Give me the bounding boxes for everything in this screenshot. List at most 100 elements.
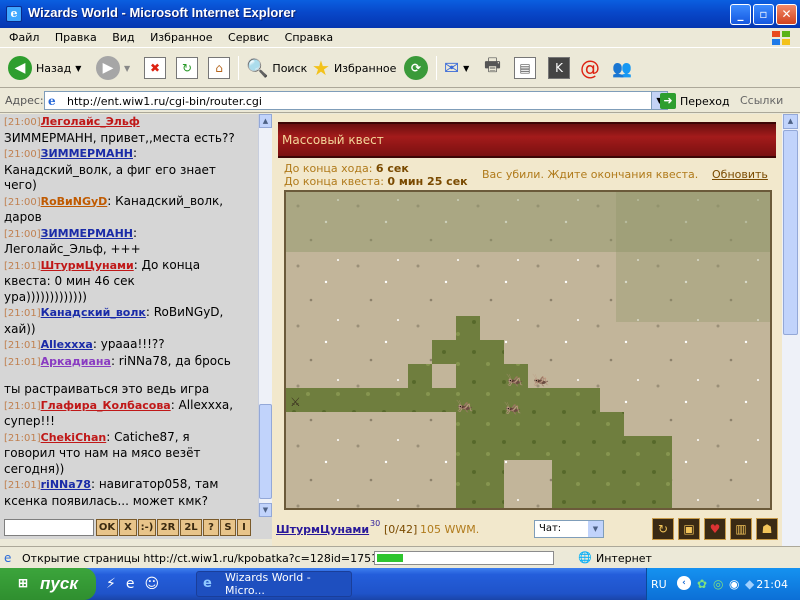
menu-tools[interactable]: Сервис bbox=[222, 28, 275, 44]
chat-username[interactable]: Канадский_волк bbox=[41, 306, 146, 319]
back-button[interactable]: ◀ Назад ▼ bbox=[8, 54, 81, 82]
chat-text: : Catiche87, я bbox=[106, 429, 190, 444]
chat-text: : bbox=[133, 146, 138, 160]
quicklaunch-media-icon[interactable]: ⚡ bbox=[106, 576, 116, 592]
quicklaunch-messenger-icon[interactable]: ☺ bbox=[144, 576, 159, 592]
menu-file[interactable]: Файл bbox=[3, 28, 45, 44]
close-button[interactable]: ✕ bbox=[776, 4, 797, 25]
chat-2l-button[interactable]: 2L bbox=[180, 519, 202, 536]
chat-message-input[interactable] bbox=[4, 519, 94, 536]
language-indicator[interactable]: RU bbox=[651, 578, 667, 591]
chat-message: говорил что нам на мясо везёт bbox=[0, 446, 258, 462]
minimize-button[interactable]: _ bbox=[730, 4, 751, 25]
chat-clear-button[interactable]: X bbox=[119, 519, 137, 536]
forward-dropdown-icon[interactable]: ▼ bbox=[124, 64, 130, 73]
mail-icon[interactable]: ✉ bbox=[444, 58, 459, 79]
menu-favorites[interactable]: Избранное bbox=[144, 28, 218, 44]
scroll-down-icon[interactable]: ▼ bbox=[259, 503, 272, 517]
spellbook-icon[interactable]: ▥ bbox=[730, 518, 752, 540]
exit-icon[interactable]: ☗ bbox=[756, 518, 778, 540]
chat-2r-button[interactable]: 2R bbox=[157, 519, 179, 536]
tray-network-icon[interactable]: ◎ bbox=[713, 577, 723, 591]
chat-username[interactable]: ШтурмЦунами bbox=[41, 259, 134, 272]
window-title-bar[interactable]: e Wizards World - Microsoft Internet Exp… bbox=[0, 0, 800, 28]
search-button[interactable]: 🔍 Поиск bbox=[246, 54, 307, 82]
chat-message: [21:00]ЗИММЕРМАНН: bbox=[0, 226, 258, 243]
page-scrollbar[interactable]: ▲ bbox=[782, 114, 800, 546]
refresh-game-icon[interactable]: ↻ bbox=[652, 518, 674, 540]
game-frame: Массовый квест До конца хода: 6 сек До к… bbox=[272, 114, 782, 546]
page-scroll-up-icon[interactable]: ▲ bbox=[783, 114, 798, 129]
inventory-icon[interactable]: ▣ bbox=[678, 518, 700, 540]
chat-text: супер!!! bbox=[4, 414, 55, 428]
address-input[interactable]: e http://ent.wiw1.ru/cgi-bin/router.cgi … bbox=[44, 91, 668, 110]
select-dropdown-icon[interactable]: ▼ bbox=[588, 521, 603, 537]
chat-smile-button[interactable]: :-) bbox=[138, 519, 156, 536]
stop-icon[interactable]: ✖ bbox=[144, 57, 166, 79]
refresh-link[interactable]: Обновить bbox=[712, 168, 768, 181]
taskbar-window-button[interactable]: e Wizards World - Micro... bbox=[196, 571, 352, 597]
messenger-icon[interactable]: 👥 bbox=[612, 59, 632, 78]
chat-username[interactable]: ChekiChan bbox=[41, 431, 107, 444]
chat-username[interactable]: Леголайс_Эльф bbox=[41, 115, 140, 128]
refresh-icon[interactable]: ↻ bbox=[176, 57, 198, 79]
chat-username[interactable]: ЗИММЕРМАНН bbox=[41, 227, 133, 240]
history-icon[interactable]: ⟳ bbox=[404, 56, 428, 80]
chat-s-button[interactable]: S bbox=[220, 519, 236, 536]
chat-text: : Канадский_волк, bbox=[107, 193, 224, 208]
chat-username[interactable]: Аркадиана bbox=[41, 355, 111, 368]
page-scroll-thumb[interactable] bbox=[783, 130, 798, 335]
start-button[interactable]: ⊞ пуск bbox=[0, 568, 96, 600]
character-icon[interactable]: ♥ bbox=[704, 518, 726, 540]
chat-message bbox=[0, 370, 258, 382]
chat-message: ЗИММЕРМАНН, привет,,места есть?? bbox=[0, 131, 258, 147]
killed-message: Вас убили. Ждите окончания квеста. bbox=[482, 168, 699, 181]
back-dropdown-icon[interactable]: ▼ bbox=[75, 64, 81, 73]
chat-username[interactable]: RoBиNGyD bbox=[41, 195, 108, 208]
page-loading-icon: e bbox=[4, 551, 12, 565]
at-icon[interactable]: @ bbox=[580, 56, 600, 80]
svg-text:🦗: 🦗 bbox=[456, 398, 473, 414]
go-button[interactable]: ➜ Переход bbox=[660, 93, 730, 109]
chat-scrollbar[interactable]: ▲ ▼ bbox=[258, 114, 272, 517]
home-icon[interactable]: ⌂ bbox=[208, 57, 230, 79]
chat-message: [21:01]ШтурмЦунами: До конца bbox=[0, 258, 258, 275]
messenger-k-icon[interactable]: K bbox=[548, 57, 570, 79]
menu-help[interactable]: Справка bbox=[279, 28, 339, 44]
tray-app-icon[interactable]: ✿ bbox=[697, 577, 707, 591]
menu-bar: Файл Правка Вид Избранное Сервис Справка bbox=[0, 28, 800, 48]
tray-expand-icon[interactable]: ‹ bbox=[677, 576, 691, 590]
game-map[interactable]: 🦗 🦗 🦗 🦗 ⚔ bbox=[284, 190, 772, 510]
menu-view[interactable]: Вид bbox=[106, 28, 140, 44]
player-name[interactable]: ШтурмЦунами bbox=[276, 523, 369, 536]
chat-channel-select[interactable]: Чат: ▼ bbox=[534, 520, 604, 538]
chat-ok-button[interactable]: OK bbox=[96, 519, 118, 536]
chat-username[interactable]: riNNa78 bbox=[41, 478, 91, 491]
chat-timestamp: [21:01] bbox=[4, 308, 41, 319]
address-label: Адрес: bbox=[5, 94, 44, 107]
links-button[interactable]: Ссылки bbox=[740, 94, 783, 107]
maximize-button[interactable]: ▫ bbox=[753, 4, 774, 25]
address-url[interactable]: http://ent.wiw1.ru/cgi-bin/router.cgi bbox=[67, 95, 262, 108]
chat-username[interactable]: ЗИММЕРМАНН bbox=[41, 147, 133, 160]
clock: 21:04 bbox=[756, 578, 788, 591]
status-bar: e Открытие страницы http://ct.wiw1.ru/kp… bbox=[0, 546, 800, 568]
tray-security-icon[interactable]: ◆ bbox=[745, 577, 754, 591]
chat-message: [21:01]Allexxxa: урааа!!!?? bbox=[0, 337, 258, 354]
favorites-button[interactable]: ★ Избранное bbox=[312, 54, 396, 82]
chat-text: ксенка появилась... может кмк? bbox=[4, 493, 209, 508]
menu-edit[interactable]: Правка bbox=[49, 28, 103, 44]
chat-username[interactable]: Allexxxa bbox=[41, 338, 93, 351]
mail-dropdown-icon[interactable]: ▼ bbox=[463, 64, 469, 73]
forward-button[interactable]: ▶ ▼ bbox=[96, 54, 130, 82]
edit-icon[interactable]: ▤ bbox=[514, 57, 536, 79]
chat-username[interactable]: Глафира_Колбасова bbox=[41, 399, 171, 412]
quicklaunch-ie-icon[interactable]: e bbox=[126, 576, 135, 592]
chat-help-button[interactable]: ? bbox=[203, 519, 219, 536]
scroll-up-icon[interactable]: ▲ bbox=[259, 114, 272, 128]
tray-volume-icon[interactable]: ◉ bbox=[729, 577, 739, 591]
map-terrain[interactable]: 🦗 🦗 🦗 🦗 ⚔ bbox=[286, 192, 770, 508]
print-icon[interactable]: 🖶 bbox=[484, 53, 501, 83]
scroll-thumb[interactable] bbox=[259, 404, 272, 499]
chat-i-button[interactable]: I bbox=[237, 519, 251, 536]
